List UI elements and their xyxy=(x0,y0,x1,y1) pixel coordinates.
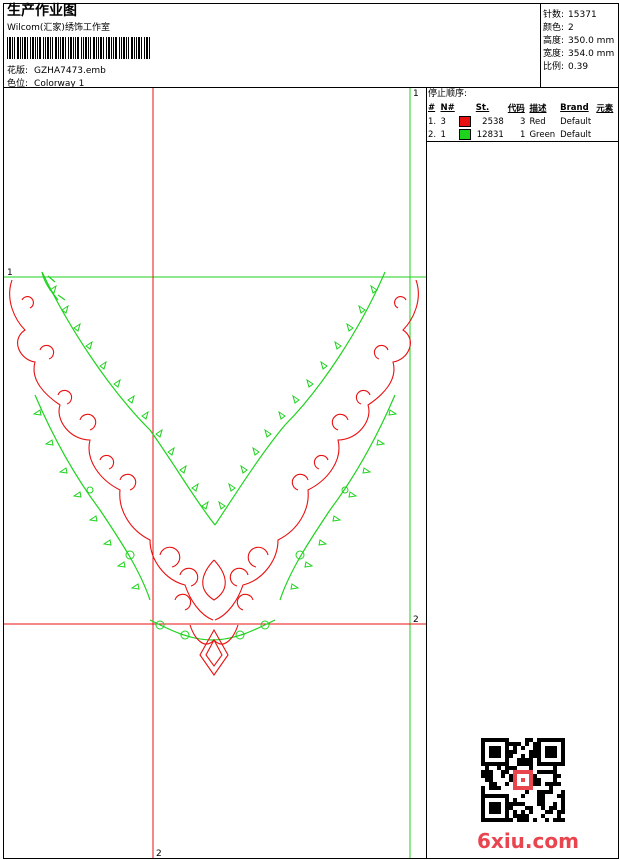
guide-label-2-bottom: 2 xyxy=(156,849,162,859)
col-description: 描述 xyxy=(529,104,547,114)
qr-code xyxy=(481,738,565,822)
guide-label-1-left: 1 xyxy=(7,268,13,278)
stat-scale: 比例: 0.39 xyxy=(543,62,589,72)
col-swatch xyxy=(457,101,473,115)
col-element: 元素 xyxy=(596,104,614,114)
color-swatch-green xyxy=(459,129,472,140)
design-file-label: 花版: xyxy=(7,66,29,76)
page-title: 生产作业图 xyxy=(7,3,77,19)
col-index: # xyxy=(428,103,436,113)
col-brand: Brand xyxy=(560,103,589,113)
stat-colors: 颜色: 2 xyxy=(543,23,574,33)
col-needle: N# xyxy=(440,103,455,113)
design-file-row: 花版: GZHA7473.emb xyxy=(7,63,106,76)
color-swatch-red xyxy=(459,116,472,127)
stat-height: 高度: 350.0 mm xyxy=(543,36,615,46)
guide-label-2-right: 2 xyxy=(413,615,419,625)
stop-sequence-title: 停止顺序: xyxy=(428,89,468,99)
color-stop-table: # N# St. 代码 描述 Brand 元素 1. 3 2538 3 Red … xyxy=(426,101,616,141)
col-code: 代码 xyxy=(507,104,525,114)
col-stitches: St. xyxy=(475,103,490,113)
guide-label-1-top: 1 xyxy=(413,89,419,99)
design-file-value: GZHA7473.emb xyxy=(34,66,106,76)
barcode xyxy=(7,37,150,59)
studio-name: Wilcom(汇家)绣饰工作室 xyxy=(7,23,110,33)
table-header-row: # N# St. 代码 描述 Brand 元素 xyxy=(426,101,616,115)
stat-width: 宽度: 354.0 mm xyxy=(543,49,615,59)
color-table-divider xyxy=(426,141,619,142)
stat-stitches: 针数: 15371 xyxy=(543,10,597,20)
table-row: 1. 3 2538 3 Red Default xyxy=(428,116,592,127)
embroidery-design: 1 1 2 2 xyxy=(4,88,426,859)
watermark-logo: 6xiu.com xyxy=(477,829,579,853)
table-row: 2. 1 12831 1 Green Default xyxy=(428,129,592,140)
